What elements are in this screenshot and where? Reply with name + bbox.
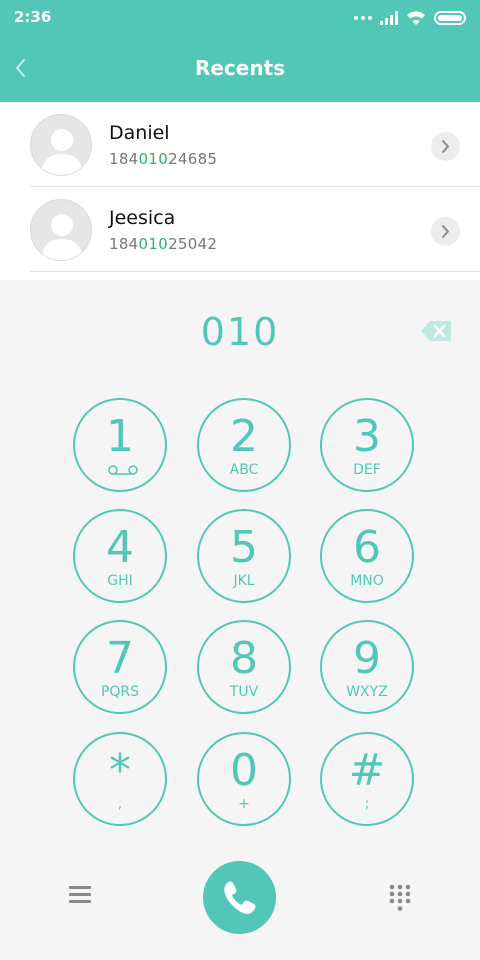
contact-number: 18401024685 [109,150,218,168]
header: 2:36 Recents [0,0,480,102]
phone-icon [224,881,256,914]
signal-icon [380,11,398,25]
list-item[interactable]: Daniel 18401024685 [0,102,480,187]
voicemail-icon [108,465,138,475]
dialed-number: 010 [200,310,280,354]
key-9[interactable]: 9 WXYZ [320,620,414,714]
key-3[interactable]: 3 DEF [320,398,414,492]
key-1[interactable]: 1 [73,398,167,492]
key-2[interactable]: 2 ABC [197,398,291,492]
divider [30,271,480,272]
menu-icon[interactable] [69,886,91,906]
contact-name: Jeesica [109,207,176,229]
key-7[interactable]: 7 PQRS [73,620,167,714]
key-6[interactable]: 6 MNO [320,509,414,603]
avatar [30,199,92,261]
key-8[interactable]: 8 TUV [197,620,291,714]
battery-icon [434,11,466,25]
backspace-icon[interactable] [421,320,451,342]
key-4[interactable]: 4 GHI [73,509,167,603]
page-title: Recents [194,56,286,80]
avatar [30,114,92,176]
dialpad-icon[interactable] [389,884,411,912]
list-item[interactable]: Jeesica 18401025042 [0,187,480,272]
chevron-right-icon [442,225,449,238]
wifi-icon [407,11,425,25]
recents-list: Daniel 18401024685 Jeesica 18401025042 [0,102,480,280]
status-bar: 2:36 [0,0,480,36]
details-button[interactable] [431,132,460,161]
person-icon [41,129,83,175]
contact-number: 18401025042 [109,235,218,253]
key-hash[interactable]: # ; [320,732,414,826]
call-button[interactable] [203,861,276,934]
more-dots-icon [354,16,372,20]
status-icons [354,9,466,27]
person-icon [41,214,83,260]
status-time: 2:36 [14,8,52,26]
title-bar: Recents [0,36,480,102]
key-5[interactable]: 5 JKL [197,509,291,603]
contact-name: Daniel [109,122,170,144]
key-0[interactable]: 0 + [197,732,291,826]
chevron-right-icon [442,140,449,153]
key-star[interactable]: * , [73,732,167,826]
details-button[interactable] [431,217,460,246]
